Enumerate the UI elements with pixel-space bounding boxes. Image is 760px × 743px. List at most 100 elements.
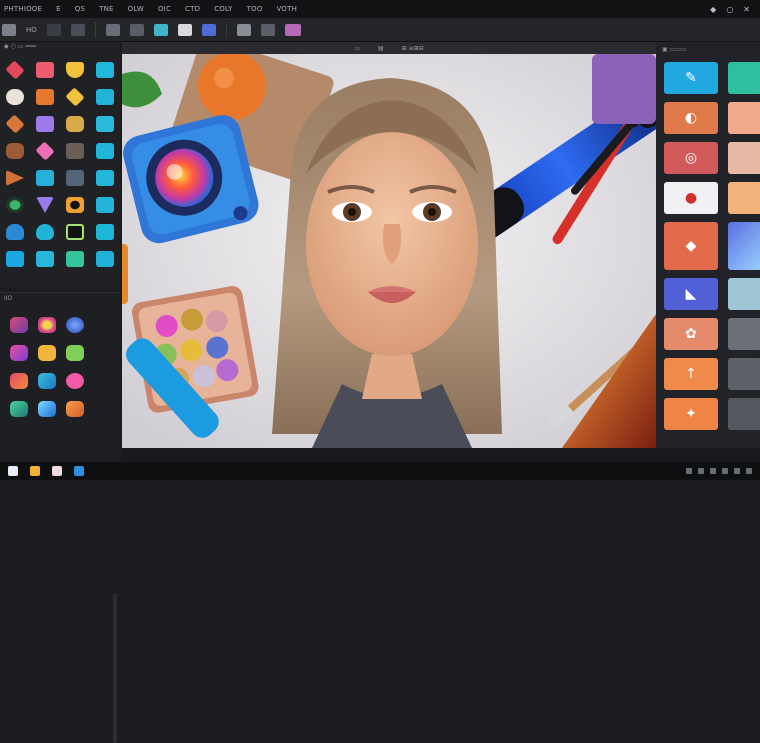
swatch-slate[interactable] [66, 170, 84, 186]
tool-tile-blue[interactable] [728, 222, 760, 270]
text-tool-icon[interactable] [236, 23, 251, 36]
tool-tile-orange[interactable]: ◐ [664, 102, 718, 134]
select-tool-icon[interactable] [105, 23, 120, 36]
minimize-button[interactable]: ◆ [710, 5, 716, 14]
tool-tile-flame[interactable]: ◆ [664, 222, 718, 270]
taskbar-app-1[interactable] [8, 466, 18, 476]
swatch-magenta[interactable] [35, 141, 55, 161]
tray-icon[interactable] [734, 468, 740, 474]
swatch-red-diamond[interactable] [5, 60, 25, 80]
eraser-tool-icon[interactable] [177, 23, 192, 36]
menu-item-8[interactable]: COLY [214, 5, 232, 13]
move-tool-icon[interactable] [70, 23, 85, 36]
swatch-tan[interactable] [66, 116, 84, 132]
preset-ember[interactable] [66, 401, 84, 417]
taskbar-app-4[interactable] [74, 466, 84, 476]
tool-tile-teal[interactable] [728, 62, 760, 94]
swatch-gold[interactable] [65, 87, 85, 107]
menu-item-6[interactable]: OIC [158, 5, 171, 13]
preset-seafoam[interactable] [10, 401, 28, 417]
swatch-ocean[interactable] [36, 224, 54, 240]
swatch-mint[interactable] [66, 251, 84, 267]
preset-leaf[interactable] [66, 345, 84, 361]
taskbar-app-2[interactable] [30, 466, 40, 476]
menu-item-3[interactable]: QS [75, 5, 85, 13]
preset-rose[interactable] [10, 317, 28, 333]
swatch-yellow[interactable] [66, 62, 84, 78]
swatch-cyan[interactable] [96, 62, 114, 78]
swatch-blue[interactable] [36, 170, 54, 186]
preset-amber[interactable] [38, 345, 56, 361]
tray-icon[interactable] [722, 468, 728, 474]
preset-pink-dot[interactable] [66, 373, 84, 389]
swatch-azure[interactable] [96, 197, 114, 213]
brush-tool-icon[interactable] [2, 23, 16, 36]
preset-wave[interactable] [38, 373, 56, 389]
crop-tool-icon[interactable] [129, 23, 144, 36]
canvas-tab-2[interactable]: ▤ [378, 45, 384, 52]
preset-blue-orb[interactable] [66, 317, 84, 333]
tray-icon[interactable] [746, 468, 752, 474]
presets-scrollbar[interactable] [113, 593, 117, 743]
swatch-teal[interactable] [96, 116, 114, 132]
fill-tool-icon[interactable] [201, 23, 216, 36]
tray-icon[interactable] [710, 468, 716, 474]
tool-tile-white[interactable]: ● [664, 182, 718, 214]
tool-tile-bird[interactable]: ✦ [664, 398, 718, 430]
menu-item-2[interactable]: E [56, 5, 61, 13]
tool-tile-red[interactable]: ◎ [664, 142, 718, 174]
swatch-violet[interactable] [36, 197, 54, 213]
swatch-amber-ring[interactable] [66, 197, 84, 213]
tool-tile-slate[interactable] [728, 398, 760, 430]
canvas-tab-1[interactable]: ▭ [354, 45, 360, 52]
swatch-rust[interactable] [5, 114, 25, 134]
menu-item-5[interactable]: OLW [128, 5, 144, 13]
layer-tool-icon[interactable] [46, 23, 61, 36]
swatch-bright-blue[interactable] [6, 251, 24, 267]
tool-tile-indigo[interactable]: ◣ [664, 278, 718, 310]
artwork-canvas[interactable] [122, 54, 656, 448]
tool-tile-sand[interactable] [728, 182, 760, 214]
preset-coral[interactable] [10, 373, 28, 389]
swatch-cerulean[interactable] [96, 170, 114, 186]
swatch-orange[interactable] [36, 89, 54, 105]
menu-item-app[interactable]: PHTHIOOE [4, 5, 42, 13]
swatch-turquoise[interactable] [36, 251, 54, 267]
shape-tool-icon[interactable] [260, 23, 275, 36]
canvas-view-options[interactable]: ⊞ ≡⊞⊟ [402, 45, 424, 52]
tool-tile-coral[interactable]: ✿ [664, 318, 718, 350]
menu-item-10[interactable]: VOTH [277, 5, 298, 13]
swatch-lime-outline[interactable] [66, 224, 84, 240]
swatch-brown[interactable] [6, 143, 24, 159]
tool-tile-mist[interactable] [728, 278, 760, 310]
tool-tile-arrow-up[interactable]: ↑ [664, 358, 718, 390]
swatch-pool[interactable] [96, 251, 114, 267]
swatch-green-ring[interactable] [6, 197, 24, 213]
maximize-button[interactable]: ○ [726, 5, 733, 14]
menu-item-7[interactable]: CTD [185, 5, 200, 13]
swatch-sky[interactable] [96, 143, 114, 159]
tool-tile-peach[interactable] [728, 102, 760, 134]
swatch-copper-arrow[interactable] [6, 170, 24, 186]
swatch-aqua[interactable] [96, 89, 114, 105]
menu-item-9[interactable]: TOO [247, 5, 263, 13]
swatch-ice[interactable] [96, 224, 114, 240]
close-button[interactable]: ✕ [743, 5, 750, 14]
swatch-cream[interactable] [6, 89, 24, 105]
taskbar-app-3[interactable] [52, 466, 62, 476]
preset-sunflower[interactable] [38, 317, 56, 333]
tray-icon[interactable] [698, 468, 704, 474]
swatch-taupe[interactable] [66, 143, 84, 159]
color-tool-icon[interactable] [153, 23, 168, 36]
tool-tile-cyan[interactable]: ✎ [664, 62, 718, 94]
tool-tile-dark[interactable] [728, 358, 760, 390]
tool-tile-gray[interactable] [728, 318, 760, 350]
preset-glacier[interactable] [38, 401, 56, 417]
tool-tile-rose[interactable] [728, 142, 760, 174]
tray-icon[interactable] [686, 468, 692, 474]
swatch-pink[interactable] [36, 62, 54, 78]
gradient-tool-icon[interactable] [284, 23, 301, 36]
swatch-royal[interactable] [6, 224, 24, 240]
preset-magenta[interactable] [10, 345, 28, 361]
menu-item-4[interactable]: TNE [99, 5, 114, 13]
